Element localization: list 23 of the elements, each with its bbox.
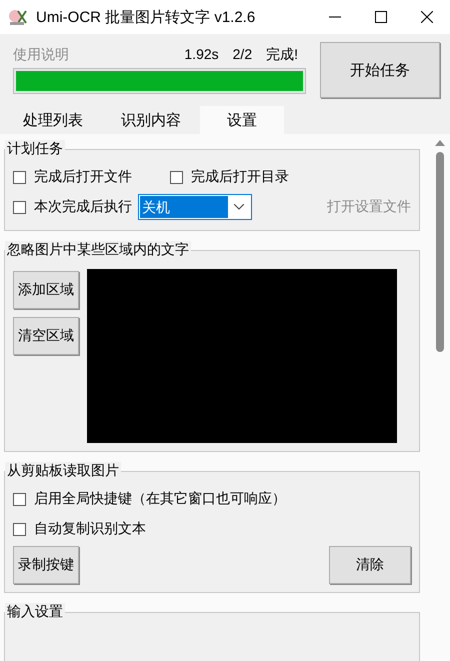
chevron-icon bbox=[234, 204, 244, 210]
checkbox[interactable]: 启用全局快捷键（在其它窗口也可响应） bbox=[13, 490, 286, 508]
window-title: Umi-OCR 批量图片转文字 v1.2.6 bbox=[36, 8, 256, 26]
checkbox[interactable]: 完成后打开文件 bbox=[13, 168, 132, 186]
region-button[interactable]: 清空区域 bbox=[13, 317, 79, 355]
group-title: 忽略图片中某些区域内的文字 bbox=[5, 241, 191, 259]
checkbox[interactable]: 本次完成后执行 bbox=[13, 198, 132, 216]
group-title: 输入设置 bbox=[5, 603, 65, 621]
start-task-button[interactable]: 开始任务 bbox=[320, 42, 440, 98]
checkbox[interactable]: 完成后打开目录 bbox=[170, 168, 289, 186]
tab[interactable]: 设置 bbox=[200, 106, 284, 134]
clear-button[interactable]: 清除 bbox=[329, 546, 411, 584]
scrollbar-thumb[interactable] bbox=[436, 152, 444, 352]
checkbox[interactable]: 自动复制识别文本 bbox=[13, 520, 146, 538]
scroll-up-icon[interactable] bbox=[435, 140, 445, 146]
region-button[interactable]: 添加区域 bbox=[13, 271, 79, 309]
action-dropdown[interactable]: 关机 bbox=[138, 194, 252, 220]
group-title: 从剪贴板读取图片 bbox=[5, 462, 121, 480]
progress-count: 2/2 bbox=[232, 46, 252, 64]
group-title: 计划任务 bbox=[5, 140, 65, 158]
elapsed-time: 1.92s bbox=[184, 46, 219, 64]
record-hotkey-button[interactable]: 录制按键 bbox=[13, 546, 79, 584]
status-text: 完成! bbox=[266, 46, 298, 64]
